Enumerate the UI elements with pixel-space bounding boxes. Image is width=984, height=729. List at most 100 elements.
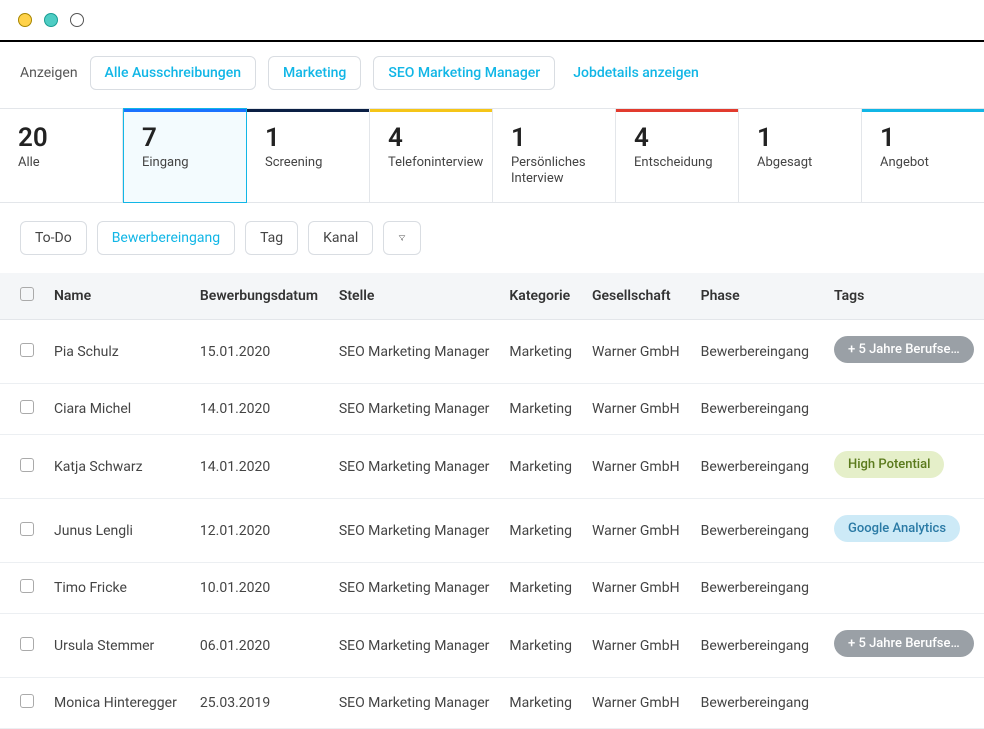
- window-minimize-dot[interactable]: [18, 13, 32, 27]
- cell-gesellschaft: Warner GmbH: [582, 678, 691, 729]
- row-checkbox[interactable]: [20, 343, 34, 357]
- breadcrumb-item-job[interactable]: SEO Marketing Manager: [373, 56, 555, 90]
- cell-gesellschaft: Warner GmbH: [582, 614, 691, 678]
- col-header-name[interactable]: Name: [44, 273, 190, 320]
- cell-name: Pia Schulz: [44, 320, 190, 384]
- tag-pill[interactable]: + 5 Jahre Berufser…: [834, 336, 974, 363]
- cell-gesellschaft: Warner GmbH: [582, 320, 691, 384]
- funnel-icon: [398, 230, 406, 246]
- cell-date: 15.01.2020: [190, 320, 329, 384]
- stage-bar: [124, 109, 246, 112]
- filter-bewerbereingang[interactable]: Bewerbereingang: [97, 221, 235, 255]
- stage-count: 1: [511, 125, 601, 151]
- cell-tags: [824, 384, 984, 435]
- row-checkbox-cell: [0, 563, 44, 614]
- cell-phase: Bewerbereingang: [691, 435, 824, 499]
- cell-date: 12.01.2020: [190, 499, 329, 563]
- cell-tags: Google Analytics: [824, 499, 984, 563]
- row-checkbox[interactable]: [20, 522, 34, 536]
- row-checkbox-cell: [0, 678, 44, 729]
- col-header-kategorie[interactable]: Kategorie: [499, 273, 582, 320]
- stage-bar: [370, 109, 492, 112]
- stage-eingang[interactable]: 7Eingang: [123, 108, 247, 203]
- filter-kanal[interactable]: Kanal: [308, 221, 373, 255]
- table-row[interactable]: Ursula Stemmer06.01.2020SEO Marketing Ma…: [0, 614, 984, 678]
- col-header-date[interactable]: Bewerbungsdatum: [190, 273, 329, 320]
- col-header-stelle[interactable]: Stelle: [329, 273, 500, 320]
- table-row[interactable]: Monica Hinteregger25.03.2019SEO Marketin…: [0, 678, 984, 729]
- stage-count: 1: [880, 125, 970, 151]
- col-header-phase[interactable]: Phase: [691, 273, 824, 320]
- breadcrumb: Anzeigen Alle Ausschreibungen Marketing …: [0, 56, 984, 108]
- cell-stelle: SEO Marketing Manager: [329, 320, 500, 384]
- table-row[interactable]: Ciara Michel14.01.2020SEO Marketing Mana…: [0, 384, 984, 435]
- filter-tag[interactable]: Tag: [245, 221, 298, 255]
- cell-kategorie: Marketing: [499, 614, 582, 678]
- row-checkbox-cell: [0, 614, 44, 678]
- cell-tags: High Potential: [824, 435, 984, 499]
- window-maximize-dot[interactable]: [44, 13, 58, 27]
- cell-kategorie: Marketing: [499, 384, 582, 435]
- cell-kategorie: Marketing: [499, 320, 582, 384]
- select-all-checkbox[interactable]: [20, 287, 34, 301]
- stage-count: 1: [265, 125, 355, 151]
- stage-telefoninterview[interactable]: 4Telefoninterview: [370, 109, 493, 202]
- cell-stelle: SEO Marketing Manager: [329, 614, 500, 678]
- stage-screening[interactable]: 1Screening: [247, 109, 370, 202]
- stage-persönliches-interview[interactable]: 1Persönliches Interview: [493, 109, 616, 202]
- row-checkbox[interactable]: [20, 458, 34, 472]
- row-checkbox[interactable]: [20, 694, 34, 708]
- cell-date: 10.01.2020: [190, 563, 329, 614]
- breadcrumb-item-all[interactable]: Alle Ausschreibungen: [90, 56, 256, 90]
- job-details-link[interactable]: Jobdetails anzeigen: [567, 57, 705, 89]
- stage-entscheidung[interactable]: 4Entscheidung: [616, 109, 739, 202]
- cell-name: Monica Hinteregger: [44, 678, 190, 729]
- cell-stelle: SEO Marketing Manager: [329, 563, 500, 614]
- window-close-dot[interactable]: [70, 13, 84, 27]
- cell-name: Katja Schwarz: [44, 435, 190, 499]
- col-header-tags[interactable]: Tags: [824, 273, 984, 320]
- cell-phase: Bewerbereingang: [691, 678, 824, 729]
- cell-stelle: SEO Marketing Manager: [329, 384, 500, 435]
- cell-gesellschaft: Warner GmbH: [582, 384, 691, 435]
- cell-kategorie: Marketing: [499, 435, 582, 499]
- stage-bar: [616, 109, 738, 112]
- cell-tags: + 5 Jahre Berufser…: [824, 320, 984, 384]
- stage-abgesagt[interactable]: 1Abgesagt: [739, 109, 862, 202]
- breadcrumb-label: Anzeigen: [20, 65, 78, 81]
- table-row[interactable]: Timo Fricke10.01.2020SEO Marketing Manag…: [0, 563, 984, 614]
- cell-kategorie: Marketing: [499, 678, 582, 729]
- tag-pill[interactable]: + 5 Jahre Berufser…: [834, 630, 974, 657]
- stage-bar: [247, 109, 369, 112]
- stage-count: 4: [388, 125, 478, 151]
- filter-icon-button[interactable]: [383, 221, 421, 255]
- tag-pill[interactable]: High Potential: [834, 451, 944, 478]
- row-checkbox[interactable]: [20, 637, 34, 651]
- cell-stelle: SEO Marketing Manager: [329, 435, 500, 499]
- window-chrome: [0, 0, 984, 40]
- row-checkbox[interactable]: [20, 579, 34, 593]
- stage-label: Entscheidung: [634, 155, 724, 171]
- cell-date: 06.01.2020: [190, 614, 329, 678]
- filter-to-do[interactable]: To-Do: [20, 221, 87, 255]
- applicants-table: Name Bewerbungsdatum Stelle Kategorie Ge…: [0, 273, 984, 729]
- stage-alle[interactable]: 20Alle: [0, 109, 123, 202]
- table-row[interactable]: Junus Lengli12.01.2020SEO Marketing Mana…: [0, 499, 984, 563]
- cell-phase: Bewerbereingang: [691, 614, 824, 678]
- table-row[interactable]: Pia Schulz15.01.2020SEO Marketing Manage…: [0, 320, 984, 384]
- cell-tags: [824, 563, 984, 614]
- cell-date: 25.03.2019: [190, 678, 329, 729]
- row-checkbox-cell: [0, 384, 44, 435]
- tag-pill[interactable]: Google Analytics: [834, 515, 960, 542]
- row-checkbox[interactable]: [20, 400, 34, 414]
- stage-label: Abgesagt: [757, 155, 847, 171]
- breadcrumb-item-marketing[interactable]: Marketing: [268, 56, 361, 90]
- cell-phase: Bewerbereingang: [691, 563, 824, 614]
- table-row[interactable]: Katja Schwarz14.01.2020SEO Marketing Man…: [0, 435, 984, 499]
- cell-gesellschaft: Warner GmbH: [582, 435, 691, 499]
- cell-name: Timo Fricke: [44, 563, 190, 614]
- cell-date: 14.01.2020: [190, 384, 329, 435]
- stage-label: Alle: [18, 155, 108, 171]
- col-header-gesellschaft[interactable]: Gesellschaft: [582, 273, 691, 320]
- stage-angebot[interactable]: 1Angebot: [862, 109, 984, 202]
